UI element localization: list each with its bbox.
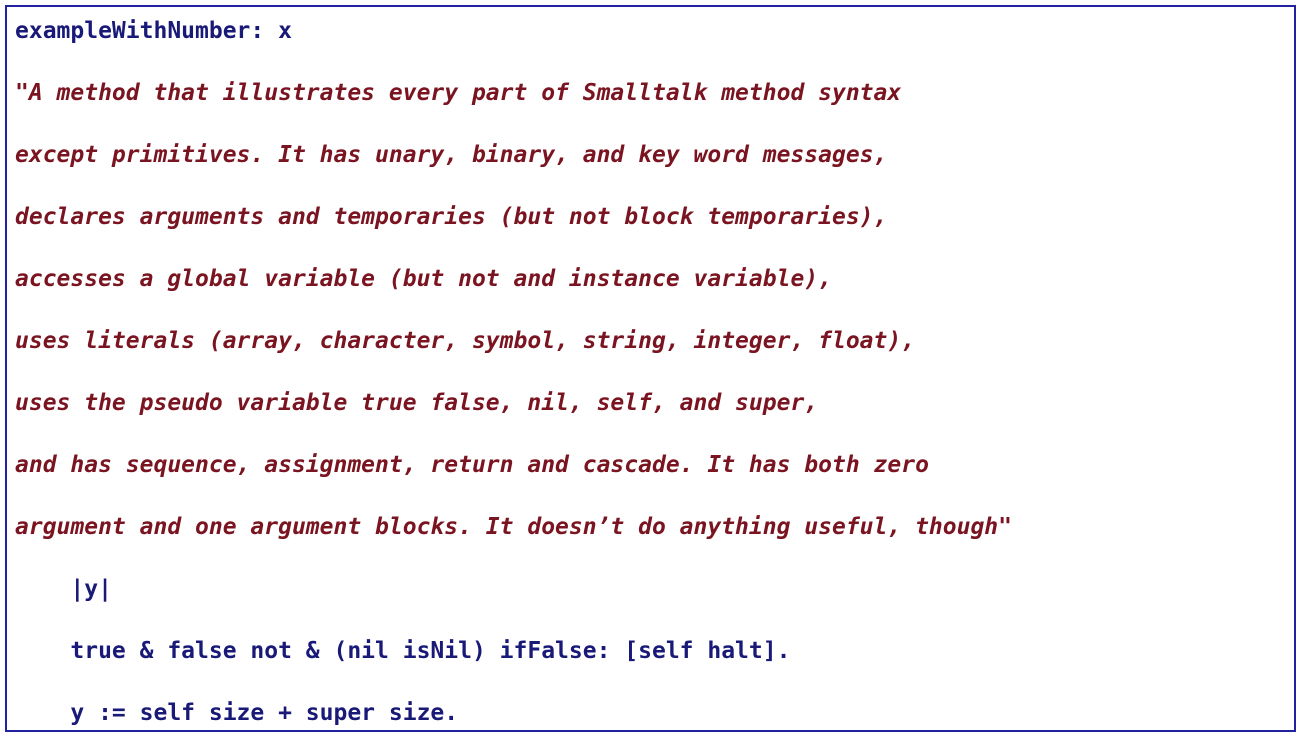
code-line: accesses a global variable (but not and …: [15, 266, 832, 292]
code-line: argument and one argument blocks. It doe…: [15, 514, 1012, 540]
code-line: true & false not & (nil isNil) ifFalse: …: [15, 638, 791, 664]
code-line: uses literals (array, character, symbol,…: [15, 328, 916, 354]
code-line: y := self size + super size.: [15, 700, 459, 726]
smalltalk-source-code[interactable]: exampleWithNumber: x "A method that illu…: [7, 7, 1294, 730]
code-line: uses the pseudo variable true false, nil…: [15, 390, 819, 416]
code-line: except primitives. It has unary, binary,…: [15, 142, 888, 168]
code-line: |y|: [15, 576, 112, 602]
code-line: "A method that illustrates every part of…: [15, 80, 902, 106]
code-line: declares arguments and temporaries (but …: [15, 204, 888, 230]
code-line: and has sequence, assignment, return and…: [15, 452, 929, 478]
code-listing-panel: exampleWithNumber: x "A method that illu…: [5, 5, 1296, 732]
code-line: exampleWithNumber: x: [15, 18, 292, 44]
